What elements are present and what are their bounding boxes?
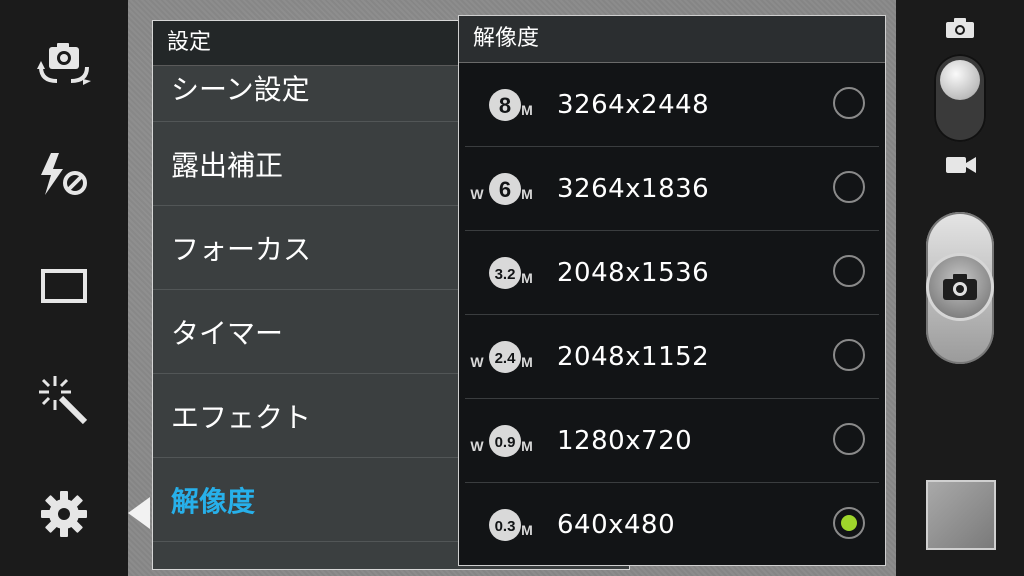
settings-item-label: フォーカス xyxy=(171,232,312,266)
resolution-label: 2048x1536 xyxy=(557,257,710,288)
settings-item-label: 露出補正 xyxy=(171,148,284,182)
resolution-label: 3264x1836 xyxy=(557,173,710,204)
flash-off-icon xyxy=(41,153,87,195)
svg-text:M: M xyxy=(521,102,533,118)
svg-text:M: M xyxy=(521,270,533,286)
svg-text:2.4: 2.4 xyxy=(495,350,517,367)
svg-text:M: M xyxy=(521,354,533,370)
svg-text:3.2: 3.2 xyxy=(495,266,516,283)
resolution-panel: 解像度 8 M 3264x2448 W 6 M 3264x1836 3.2 M … xyxy=(458,15,886,566)
aspect-ratio-icon xyxy=(41,269,87,303)
camera-switch-button[interactable] xyxy=(32,34,96,90)
photo-mode-icon xyxy=(946,18,974,38)
resolution-label: 3264x2448 xyxy=(557,89,710,120)
selected-pointer xyxy=(128,497,150,529)
svg-text:M: M xyxy=(521,522,533,538)
left-toolbar xyxy=(0,0,128,576)
camera-switch-icon xyxy=(37,43,91,85)
settings-button[interactable] xyxy=(32,486,96,542)
resolution-option[interactable]: 8 M 3264x2448 xyxy=(465,63,879,147)
svg-text:W: W xyxy=(470,186,484,202)
mode-toggle-knob[interactable] xyxy=(940,60,980,100)
resolution-option[interactable]: W 2.4 M 2048x1152 xyxy=(465,315,879,399)
flash-button[interactable] xyxy=(32,146,96,202)
svg-text:W: W xyxy=(470,354,484,370)
megapixel-w0-9-icon: W 0.9 M xyxy=(465,419,545,463)
settings-item-label: 解像度 xyxy=(171,484,256,518)
resolution-label: 2048x1152 xyxy=(557,341,710,372)
svg-text:M: M xyxy=(521,186,533,202)
radio-button[interactable] xyxy=(833,87,865,119)
video-mode-icon xyxy=(946,157,976,173)
svg-text:0.3: 0.3 xyxy=(495,518,516,535)
settings-gear-icon xyxy=(41,491,87,537)
settings-item-label: タイマー xyxy=(171,316,284,350)
megapixel-w6-icon: W 6 M xyxy=(465,167,545,211)
radio-button[interactable] xyxy=(833,255,865,287)
effects-button[interactable] xyxy=(32,370,96,426)
megapixel-0-3-icon: 0.3 M xyxy=(465,503,545,547)
svg-text:8: 8 xyxy=(499,93,511,118)
resolution-option[interactable]: 3.2 M 2048x1536 xyxy=(465,231,879,315)
gallery-thumbnail[interactable] xyxy=(926,480,996,550)
radio-selected-dot xyxy=(841,515,857,531)
resolution-list: 8 M 3264x2448 W 6 M 3264x1836 3.2 M 2048… xyxy=(459,63,885,567)
shutter-camera-icon xyxy=(943,274,977,300)
settings-item-label: エフェクト xyxy=(171,400,312,434)
radio-button[interactable] xyxy=(833,339,865,371)
resolution-title: 解像度 xyxy=(459,16,885,63)
svg-text:W: W xyxy=(470,438,484,454)
megapixel-3-2-icon: 3.2 M xyxy=(465,251,545,295)
megapixel-w2-4-icon: W 2.4 M xyxy=(465,335,545,379)
svg-text:M: M xyxy=(521,438,533,454)
resolution-label: 640x480 xyxy=(557,510,676,540)
svg-text:0.9: 0.9 xyxy=(495,434,516,451)
resolution-label: 1280x720 xyxy=(557,425,693,456)
settings-item-label: シーン設定 xyxy=(171,73,310,106)
radio-button[interactable] xyxy=(833,171,865,203)
aspect-ratio-button[interactable] xyxy=(32,258,96,314)
effect-wand-icon xyxy=(39,376,88,425)
radio-button[interactable] xyxy=(833,423,865,455)
resolution-option[interactable]: W 0.9 M 1280x720 xyxy=(465,399,879,483)
shutter-button[interactable] xyxy=(926,212,994,364)
shutter-inner[interactable] xyxy=(929,256,991,318)
right-toolbar xyxy=(896,0,1024,576)
svg-text:6: 6 xyxy=(499,177,511,202)
resolution-option[interactable]: W 6 M 3264x1836 xyxy=(465,147,879,231)
camera-video-mode-toggle[interactable] xyxy=(934,54,986,142)
megapixel-8-icon: 8 M xyxy=(465,83,545,127)
resolution-option-selected[interactable]: 0.3 M 640x480 xyxy=(465,483,879,567)
radio-button-selected[interactable] xyxy=(833,507,865,539)
